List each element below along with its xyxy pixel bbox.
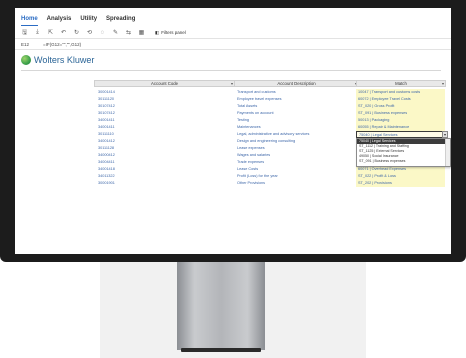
tab-home[interactable]: Home	[21, 16, 38, 26]
brush-icon[interactable]: ✎	[112, 29, 119, 36]
header-account-code[interactable]: Account Code ▾	[94, 80, 235, 87]
account-code-cell[interactable]: 30111120	[98, 97, 114, 101]
sync-icon[interactable]: ⟲	[86, 29, 93, 36]
tab-spreading[interactable]: Spreading	[106, 16, 135, 26]
account-description-cell[interactable]: Employee travel expenses	[237, 97, 282, 101]
comment-icon[interactable]: ◌	[99, 29, 106, 36]
match-cell[interactable]: 60055 | Repair & Maintenance	[356, 124, 445, 131]
account-description-cell[interactable]: Payments on account	[237, 111, 274, 115]
monitor: Home Analysis Utility Spreading 🖫 ⤓ ⇱ ↶ …	[0, 0, 466, 262]
match-cell[interactable]: 60071 | Overhead Expenses	[356, 166, 445, 173]
match-dropdown-list[interactable]: 75040 | Legal Services ST_1112 | Trainin…	[356, 138, 451, 167]
account-code-cell[interactable]: 34011322	[98, 174, 115, 178]
filters-panel-button[interactable]: ◧ Filters panel	[155, 30, 186, 36]
tab-utility[interactable]: Utility	[80, 16, 97, 26]
refresh-icon[interactable]: ↻	[73, 29, 80, 36]
header-account-description-label: Account Description	[277, 81, 316, 86]
account-code-cell[interactable]: 34000412	[98, 153, 115, 157]
dropdown-toggle-button[interactable]: ▾	[442, 131, 448, 138]
export-icon[interactable]: ⤓	[34, 29, 41, 36]
grid-icon[interactable]: ▦	[138, 29, 145, 36]
account-code-cell[interactable]: 30111110	[98, 132, 114, 136]
account-description-cell[interactable]: Wages and salaries	[237, 153, 270, 157]
table-row: 30107412 Total Assets ST_020 | Gross Pro…	[94, 103, 446, 110]
match-cell[interactable]: ST_020 | Gross Profit	[356, 103, 445, 110]
account-description-cell[interactable]: Transport and customs	[237, 90, 276, 94]
match-cell[interactable]: 60072 | Employee Travel Costs	[356, 96, 445, 103]
header-match[interactable]: Match ▾	[356, 80, 446, 87]
account-description-cell[interactable]: Total Assets	[237, 104, 257, 108]
match-cell[interactable]: ST_022 | Profit & Loss	[356, 173, 445, 180]
account-code-cell[interactable]: 34001412	[98, 139, 115, 143]
account-description-cell[interactable]: Trade expenses	[237, 160, 264, 164]
share-icon[interactable]: ⇱	[47, 29, 54, 36]
account-code-cell[interactable]: 34001411	[98, 118, 115, 122]
header-rule	[21, 70, 441, 71]
header-match-label: Match	[395, 81, 407, 86]
account-code-cell[interactable]: 30001901	[98, 181, 115, 185]
chevron-down-icon[interactable]: ▾	[442, 81, 444, 86]
undo-icon[interactable]: ↶	[60, 29, 67, 36]
table-row: 34011322 Profit (Loss) for the year ST_0…	[94, 173, 446, 180]
table-row: 30001901 Other Provisions ST_202 | Provi…	[94, 180, 446, 187]
app-screen: Home Analysis Utility Spreading 🖫 ⤓ ⇱ ↶ …	[15, 8, 451, 254]
dropdown-option[interactable]: ST_091 | Business expenses	[357, 159, 450, 164]
match-cell[interactable]: 50013 | Packaging	[356, 117, 445, 124]
table-row: 34001411 Testing 50013 | Packaging	[94, 117, 446, 124]
toolbar-divider	[15, 38, 451, 39]
account-description-cell[interactable]: Other Provisions	[237, 181, 265, 185]
logo-text: Wolters Kluwer	[34, 55, 95, 65]
table-row: 34001418 Lease Costs 60071 | Overhead Ex…	[94, 166, 446, 173]
account-description-cell[interactable]: Legal, administrative and advisory servi…	[237, 132, 309, 136]
account-description-cell[interactable]: Maintenances	[237, 125, 261, 129]
filter-icon: ◧	[155, 29, 160, 35]
match-cell[interactable]: ST_091 | Business expenses	[356, 110, 445, 117]
account-description-cell[interactable]: Lease expenses	[237, 146, 265, 150]
account-description-cell[interactable]: Lease Costs	[237, 167, 258, 171]
formula-input[interactable]: =IF(G12="","",G12)	[43, 42, 81, 47]
ribbon-tabs: Home Analysis Utility Spreading	[21, 16, 135, 26]
table-row: 30001414 Transport and customs 10047 | T…	[94, 89, 446, 96]
account-code-cell[interactable]: 30111128	[98, 146, 114, 150]
account-code-cell[interactable]: 34001418	[98, 167, 115, 171]
save-icon[interactable]: 🖫	[21, 29, 28, 36]
toolbar: 🖫 ⤓ ⇱ ↶ ↻ ⟲ ◌ ✎ ⇆ ▦ ◧ Filters panel	[21, 28, 186, 37]
table-row: 30107412 Payments on account ST_091 | Bu…	[94, 110, 446, 117]
account-description-cell[interactable]: Testing	[237, 118, 249, 122]
table-row: 30111120 Employee travel expenses 60072 …	[94, 96, 446, 103]
match-cell[interactable]: ST_202 | Provisions	[356, 180, 445, 187]
account-description-cell[interactable]: Design and engineering consulting	[237, 139, 295, 143]
monitor-base	[181, 348, 261, 352]
account-description-cell[interactable]: Profit (Loss) for the year	[237, 174, 278, 178]
account-code-cell[interactable]: 30107412	[98, 111, 115, 115]
account-code-cell[interactable]: 30107412	[98, 104, 115, 108]
table-row: 34001411 Maintenances 60055 | Repair & M…	[94, 124, 446, 131]
header-account-description[interactable]: Account Description ▾	[234, 80, 359, 87]
active-match-value: 75040 | Legal Services	[359, 133, 398, 137]
header-account-code-label: Account Code	[151, 81, 178, 86]
account-code-cell[interactable]: 30001414	[98, 90, 115, 94]
logo-mark-icon	[21, 55, 31, 65]
chevron-down-icon[interactable]: ▾	[231, 81, 233, 86]
filters-panel-label: Filters panel	[161, 30, 186, 35]
account-code-cell[interactable]: 34004411	[98, 160, 115, 164]
formula-bar: E12 =IF(G12="","",G12)	[21, 40, 81, 48]
dropdown-scrollbar[interactable]	[445, 139, 450, 166]
match-cell[interactable]: 10047 | Transport and customs costs	[356, 89, 445, 96]
account-code-cell[interactable]: 34001411	[98, 125, 115, 129]
tab-analysis[interactable]: Analysis	[47, 16, 72, 26]
active-match-cell[interactable]: 75040 | Legal Services ▾	[356, 131, 448, 138]
formula-divider	[15, 49, 451, 50]
swap-icon[interactable]: ⇆	[125, 29, 132, 36]
cell-reference[interactable]: E12	[21, 42, 29, 47]
monitor-stand	[177, 262, 265, 350]
wolters-kluwer-logo: Wolters Kluwer	[21, 54, 94, 66]
